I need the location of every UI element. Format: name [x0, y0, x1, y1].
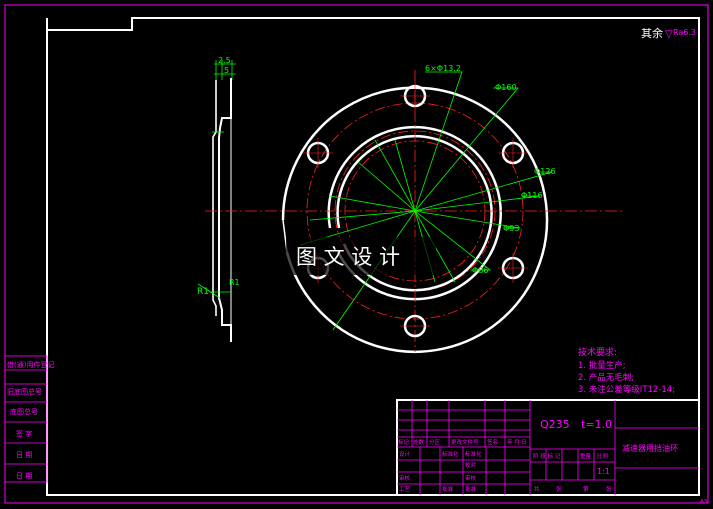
dim-holes: 6×Φ13.2: [425, 64, 461, 73]
tb-role-4: 工艺: [399, 486, 411, 493]
tb-header-4: 更改文件号: [451, 438, 479, 446]
dim-r1-b: R1: [229, 278, 240, 287]
side-view: 2.5 5 R1 R1: [197, 56, 240, 342]
roughness-note: 其余 ▽ Ra6.3: [641, 26, 696, 40]
tb-role-5: 批准: [442, 485, 454, 493]
thickness: t=1.0: [581, 418, 612, 431]
title-block: Q235 t=1.0 减速器用挡油环 标记 处数 分区 更改文件号 签名 年 月…: [396, 399, 708, 505]
dim-r1: R1: [197, 287, 209, 297]
dim-d86: Φ86: [472, 266, 488, 275]
tb-sheet-4: 张: [606, 485, 612, 493]
tb-header-2: 处数: [413, 438, 425, 446]
side-label-1: 借(通)用件登记: [7, 360, 54, 369]
tb-header-3: 分区: [429, 438, 441, 446]
tb-weight-header: 重量: [580, 452, 592, 460]
tb-stage-header: 阶 段 标 记: [533, 452, 561, 460]
tb-sheet-3: 第: [583, 485, 589, 493]
tech-requirements: 技术要求: 1. 批量生产; 2. 产品无毛刺; 3. 未注公差等级IT12-1…: [578, 346, 675, 395]
sheet-size: A3: [700, 499, 708, 505]
tech-title: 技术要求:: [578, 346, 617, 358]
dim-d116: Φ116: [521, 191, 543, 200]
watermark: 图 文 设 计: [296, 245, 400, 269]
cad-drawing-sheet: 其余 ▽ Ra6.3 2.5 5 R1 R1 6×Φ13.2 Φ160 Φ126…: [4, 4, 709, 505]
tb-header-5: 签名: [487, 438, 498, 446]
front-view: 6×Φ13.2 Φ160 Φ126 Φ116 Φ93 Φ86: [205, 64, 625, 353]
tb-role-right-2: 校对: [465, 461, 477, 469]
dim-d126: Φ126: [534, 167, 556, 176]
tb-sheet-2: 张: [556, 485, 562, 493]
tb-role-1: 设计: [399, 450, 411, 458]
tb-role-right-3: 审核: [465, 474, 477, 482]
roughness-symbol-icon: ▽: [665, 29, 673, 40]
tb-scale-header: 比例: [597, 452, 609, 460]
tb-role-2: 标准化: [442, 450, 459, 458]
tb-role-right-4: 批准: [465, 485, 477, 493]
material: Q235: [540, 418, 570, 431]
part-name: 减速器用挡油环: [622, 443, 678, 453]
tb-role-right-1: 标准化: [465, 450, 482, 458]
scale-value: 1:1: [597, 467, 610, 476]
roughness-prefix: 其余: [641, 26, 663, 40]
side-label-2: 旧底图总号: [7, 387, 42, 396]
tb-role-3: 审核: [399, 474, 411, 482]
side-label-4: 签 字: [16, 429, 32, 438]
roughness-value: Ra6.3: [673, 28, 696, 37]
dim-side-top-b: 5: [224, 66, 229, 75]
tech-item-1: 1. 批量生产;: [578, 360, 626, 371]
side-label-3: 底图总号: [10, 407, 38, 416]
dim-d160: Φ160: [495, 83, 517, 92]
tb-header-6: 年 月 日: [507, 438, 527, 446]
side-label-6: 日 期: [16, 472, 32, 480]
dim-d93: Φ93: [503, 224, 519, 233]
tb-sheet-1: 共: [534, 485, 540, 493]
tech-item-2: 2. 产品无毛刺;: [578, 372, 634, 383]
side-label-5: 日 期: [16, 451, 32, 459]
side-table: [4, 355, 48, 483]
tech-item-3: 3. 未注公差等级IT12-14;: [578, 384, 675, 395]
tb-header-1: 标记: [398, 438, 410, 446]
dim-side-top-a: 2.5: [218, 56, 231, 65]
